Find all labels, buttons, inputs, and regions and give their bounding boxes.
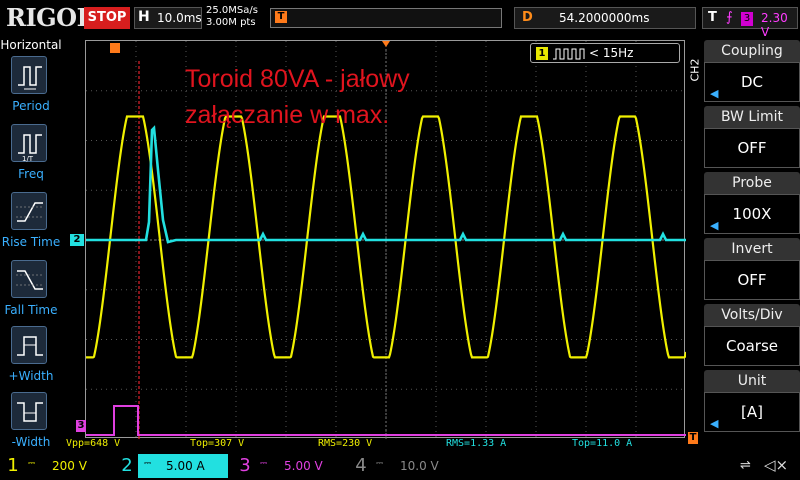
counter-channel: 1: [536, 47, 548, 60]
timebase-value: 10.0ms: [157, 11, 202, 25]
ch1-scale: 200 V: [52, 459, 87, 473]
ch3-scale: 5.00 V: [284, 459, 323, 473]
horizontal-label: H: [138, 9, 150, 25]
timebase-box[interactable]: H 10.0ms: [134, 7, 202, 29]
horizontal-center-marker: [382, 41, 390, 47]
measure-negative-width-button[interactable]: -Width: [0, 392, 62, 458]
trigger-time-marker: [110, 43, 120, 53]
measurement-rms-current: RMS=1.33 A: [446, 438, 507, 449]
measurement-top-current: Top=11.0 A: [572, 438, 633, 449]
ch4-number: 4: [355, 455, 367, 476]
select-arrow-icon: ◀: [710, 417, 719, 430]
memory-depth: 3.00M pts: [206, 17, 256, 28]
square-wave-icon: [553, 48, 585, 60]
invert-title: Invert: [704, 238, 800, 260]
ch1-status[interactable]: 1 ⎓ 200 V: [2, 454, 114, 478]
counter-value: < 15Hz: [589, 46, 634, 60]
trigger-level: 2.30 V: [761, 11, 788, 39]
trigger-box[interactable]: T ⨍ 3 2.30 V: [702, 7, 798, 39]
bw-limit-button[interactable]: BW Limit OFF: [704, 106, 800, 168]
ch2-offset-marker[interactable]: 2: [70, 234, 84, 246]
coupling-value: DC: [740, 73, 764, 91]
invert-button[interactable]: Invert OFF: [704, 238, 800, 300]
measure-positive-width-button[interactable]: +Width: [0, 326, 62, 392]
measure-frequency-button[interactable]: 1/T Freq: [0, 124, 62, 190]
unit-button[interactable]: Unit ◀ [A]: [704, 370, 800, 432]
rise-time-label: Rise Time: [1, 235, 61, 249]
ch2-status[interactable]: 2 ⎓ 5.00 A: [116, 454, 228, 478]
speaker-muted-icon[interactable]: ◁×: [764, 456, 788, 474]
negative-width-icon: [11, 392, 47, 430]
bw-limit-value: OFF: [737, 139, 767, 157]
rise-time-icon: [11, 192, 47, 230]
volts-div-value: Coarse: [725, 337, 779, 355]
screen-annotation-line1: Toroid 80VA - jałowy: [185, 65, 410, 93]
freq-label: Freq: [18, 167, 44, 181]
delay-box[interactable]: D 54.2000000ms: [514, 7, 696, 29]
horizontal-measure-menu: Horizontal Period 1/T Freq Rise Time Fal…: [0, 36, 62, 452]
fall-time-label: Fall Time: [4, 303, 58, 317]
measurement-vpp: Vpp=648 V: [66, 438, 121, 449]
screen-annotation-line2: załączanie w max.: [185, 101, 390, 129]
measurement-rms-voltage: RMS=230 V: [318, 438, 373, 449]
top-status-bar: RIGOL STOP H 10.0ms 25.0MSa/s 3.00M pts …: [0, 0, 800, 39]
ch2-scale: 5.00 A: [166, 459, 205, 473]
unit-title: Unit: [704, 370, 800, 392]
positive-width-label: +Width: [8, 369, 54, 383]
channel-settings-menu: Coupling ◀ DC BW Limit OFF Probe ◀ 100X In…: [704, 40, 800, 452]
measure-rise-time-button[interactable]: Rise Time: [0, 192, 62, 258]
bw-limit-title: BW Limit: [704, 106, 800, 128]
delay-value: 54.2000000ms: [559, 11, 650, 25]
channel-status-bar: 1 ⎓ 200 V 2 ⎓ 5.00 A 3 ⎓ 5.00 V 4 ⎓ 10.0…: [0, 452, 800, 480]
rising-falling-edge-icon: ⨍: [726, 10, 733, 25]
measure-period-button[interactable]: Period: [0, 56, 62, 122]
svg-text:1/T: 1/T: [22, 155, 34, 163]
invert-value: OFF: [737, 271, 767, 289]
memory-position-bar[interactable]: T: [270, 8, 502, 28]
dc-coupling-icon: ⎓: [28, 459, 36, 469]
run-stop-status[interactable]: STOP: [84, 7, 130, 29]
delay-label: D: [522, 10, 533, 25]
fall-time-icon: [11, 260, 47, 298]
acquisition-info: 25.0MSa/s 3.00M pts: [206, 5, 258, 29]
ch2-number: 2: [121, 455, 133, 476]
period-label: Period: [12, 99, 50, 113]
dc-coupling-icon: ⎓: [376, 459, 384, 469]
ch2-active-highlight: ⎓ 5.00 A: [138, 454, 228, 478]
trigger-source: 3: [741, 12, 753, 26]
positive-width-icon: [11, 326, 47, 364]
trigger-position-marker: T: [275, 11, 287, 23]
ch4-status[interactable]: 4 ⎓ 10.0 V: [350, 454, 462, 478]
trigger-level-marker[interactable]: T: [688, 432, 698, 444]
period-icon: [11, 56, 47, 94]
sample-rate: 25.0MSa/s: [206, 5, 258, 16]
ch4-scale: 10.0 V: [400, 459, 439, 473]
usb-icon: ⇌: [740, 458, 751, 473]
unit-value: [A]: [741, 403, 763, 421]
volts-div-title: Volts/Div: [704, 304, 800, 326]
probe-value: 100X: [732, 205, 772, 223]
ch1-number: 1: [7, 455, 19, 476]
channel-menu-label: CH2: [688, 58, 702, 82]
ch3-number: 3: [239, 455, 251, 476]
menu-title: Horizontal: [0, 38, 62, 52]
volts-div-button[interactable]: Volts/Div Coarse: [704, 304, 800, 366]
trigger-label: T: [708, 10, 717, 25]
frequency-counter[interactable]: 1 < 15Hz: [530, 43, 680, 63]
brand-logo: RIGOL: [6, 3, 93, 32]
frequency-icon: 1/T: [11, 124, 47, 163]
negative-width-label: -Width: [11, 435, 51, 449]
dc-coupling-icon: ⎓: [144, 459, 152, 469]
probe-title: Probe: [704, 172, 800, 194]
ch3-offset-marker[interactable]: 3: [76, 420, 86, 432]
coupling-title: Coupling: [704, 40, 800, 62]
dc-coupling-icon: ⎓: [260, 459, 268, 469]
coupling-button[interactable]: Coupling ◀ DC: [704, 40, 800, 102]
probe-button[interactable]: Probe ◀ 100X: [704, 172, 800, 234]
ch3-status[interactable]: 3 ⎓ 5.00 V: [234, 454, 346, 478]
measurement-top-voltage: Top=307 V: [190, 438, 245, 449]
measure-fall-time-button[interactable]: Fall Time: [0, 260, 62, 326]
